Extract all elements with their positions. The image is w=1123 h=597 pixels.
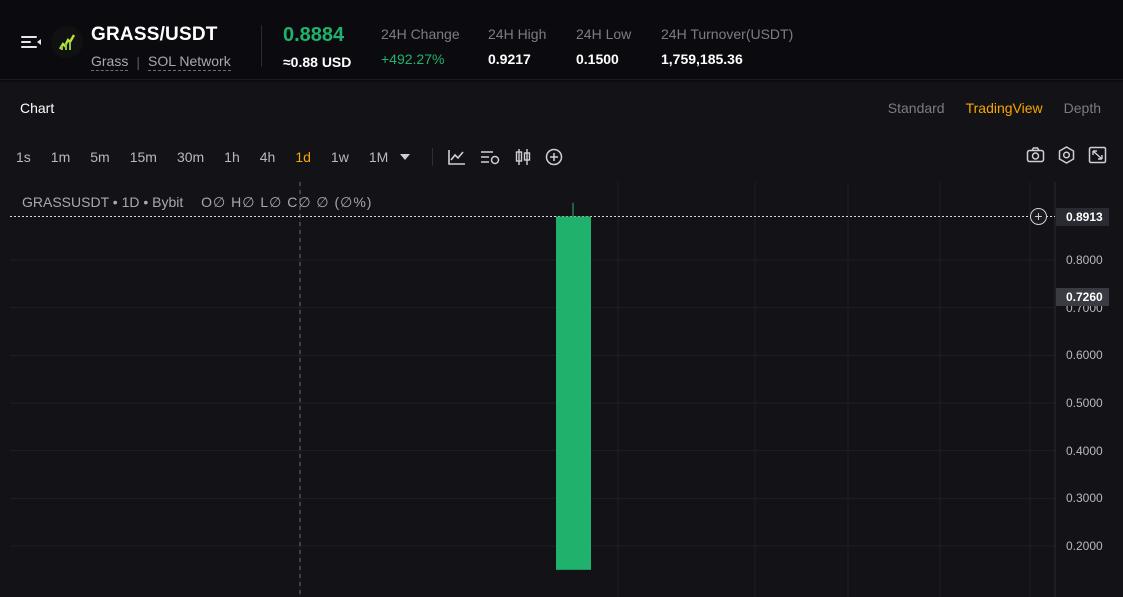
timeframe-30m[interactable]: 30m bbox=[177, 149, 204, 165]
timeframe-1s[interactable]: 1s bbox=[16, 149, 31, 165]
timeframe-1m[interactable]: 1m bbox=[51, 149, 70, 165]
y-axis-tick-label: 0.5000 bbox=[1066, 396, 1103, 410]
chart-right-tools bbox=[1026, 146, 1107, 164]
candle-type-icon[interactable] bbox=[513, 148, 533, 166]
stat-24h-change: 24H Change +492.27% bbox=[381, 26, 460, 67]
chart-toolbar: 1s 1m 5m 15m 30m 1h 4h 1d 1w 1M bbox=[16, 147, 575, 167]
timeframe-4h[interactable]: 4h bbox=[260, 149, 276, 165]
timeframe-5m[interactable]: 5m bbox=[90, 149, 109, 165]
timeframe-1d[interactable]: 1d bbox=[295, 149, 311, 165]
timeframe-1w[interactable]: 1w bbox=[331, 149, 349, 165]
settings-icon[interactable] bbox=[1057, 146, 1076, 164]
stat-value: 1,759,185.36 bbox=[661, 51, 743, 67]
stat-24h-low: 24H Low 0.1500 bbox=[576, 26, 631, 67]
stat-label: 24H High bbox=[488, 26, 547, 42]
tab-depth[interactable]: Depth bbox=[1064, 100, 1101, 116]
menu-toggle-button[interactable] bbox=[21, 33, 41, 51]
toolbar-divider bbox=[432, 148, 434, 166]
chart-canvas[interactable] bbox=[0, 182, 1123, 597]
token-name-link[interactable]: Grass bbox=[91, 53, 129, 71]
stat-value: 0.9217 bbox=[488, 51, 531, 67]
network-link[interactable]: SOL Network bbox=[147, 53, 231, 71]
grass-logo-icon bbox=[51, 26, 83, 58]
y-axis-tick-label: 0.4000 bbox=[1066, 443, 1103, 458]
stat-label: 24H Change bbox=[381, 26, 460, 42]
last-price: 0.8884 bbox=[283, 24, 345, 46]
timeframe-dropdown-icon[interactable] bbox=[400, 154, 411, 160]
add-icon[interactable] bbox=[545, 148, 563, 166]
legend-interval: 1D bbox=[121, 194, 140, 210]
pair-title: GRASS/USDT bbox=[91, 24, 218, 45]
legend-exchange: Bybit bbox=[152, 194, 184, 210]
stat-value: 0.1500 bbox=[576, 51, 619, 67]
legend-ohlc: O∅ H∅ L∅ C∅ ∅ (∅%) bbox=[201, 194, 373, 210]
timeframe-1M[interactable]: 1M bbox=[369, 149, 388, 165]
y-axis-tick-label: 0.8000 bbox=[1066, 253, 1103, 267]
ticker-header: GRASS/USDT Grass | SOL Network 0.8884 ≈0… bbox=[0, 6, 1123, 80]
legend-symbol: GRASSUSDT bbox=[22, 194, 109, 210]
y-axis-tick-label: 0.3000 bbox=[1066, 491, 1103, 506]
chart-legend: GRASSUSDT • 1D • Bybit O∅ H∅ L∅ C∅ ∅ (∅%… bbox=[22, 194, 373, 210]
stat-value: +492.27% bbox=[381, 51, 445, 67]
chart-settings-icon[interactable] bbox=[479, 148, 501, 166]
timeframe-1h[interactable]: 1h bbox=[224, 149, 240, 165]
crosshair-price-tag: 0.7260 bbox=[1056, 288, 1109, 306]
header-divider bbox=[261, 25, 262, 67]
stat-label: 24H Turnover(USDT) bbox=[661, 26, 794, 42]
price-chart[interactable]: GRASSUSDT • 1D • Bybit O∅ H∅ L∅ C∅ ∅ (∅%… bbox=[0, 182, 1123, 597]
camera-icon[interactable] bbox=[1026, 146, 1045, 164]
tab-standard[interactable]: Standard bbox=[888, 100, 945, 116]
indicator-icon[interactable] bbox=[447, 148, 467, 166]
pair-subinfo: Grass | SOL Network bbox=[91, 53, 231, 71]
candle-body bbox=[556, 216, 591, 570]
fullscreen-icon[interactable] bbox=[1088, 146, 1107, 164]
timeframe-15m[interactable]: 15m bbox=[130, 149, 157, 165]
tab-tradingview[interactable]: TradingView bbox=[966, 100, 1043, 116]
y-axis-tick-label: 0.6000 bbox=[1066, 348, 1103, 363]
last-price-usd: ≈0.88 USD bbox=[283, 54, 352, 70]
chart-panel: Chart Standard TradingView Depth 1s 1m 5… bbox=[0, 82, 1123, 597]
chart-panel-title: Chart bbox=[20, 100, 55, 116]
chart-view-tabs: Standard TradingView Depth bbox=[888, 100, 1101, 116]
y-axis-tick-label: 0.2000 bbox=[1066, 539, 1103, 553]
add-alert-button[interactable]: + bbox=[1030, 208, 1047, 225]
stat-24h-turnover: 24H Turnover(USDT) 1,759,185.36 bbox=[661, 26, 793, 67]
stat-label: 24H Low bbox=[576, 26, 632, 42]
last-price-tag: 0.8913 bbox=[1056, 208, 1109, 226]
stat-24h-high: 24H High 0.9217 bbox=[488, 26, 546, 67]
